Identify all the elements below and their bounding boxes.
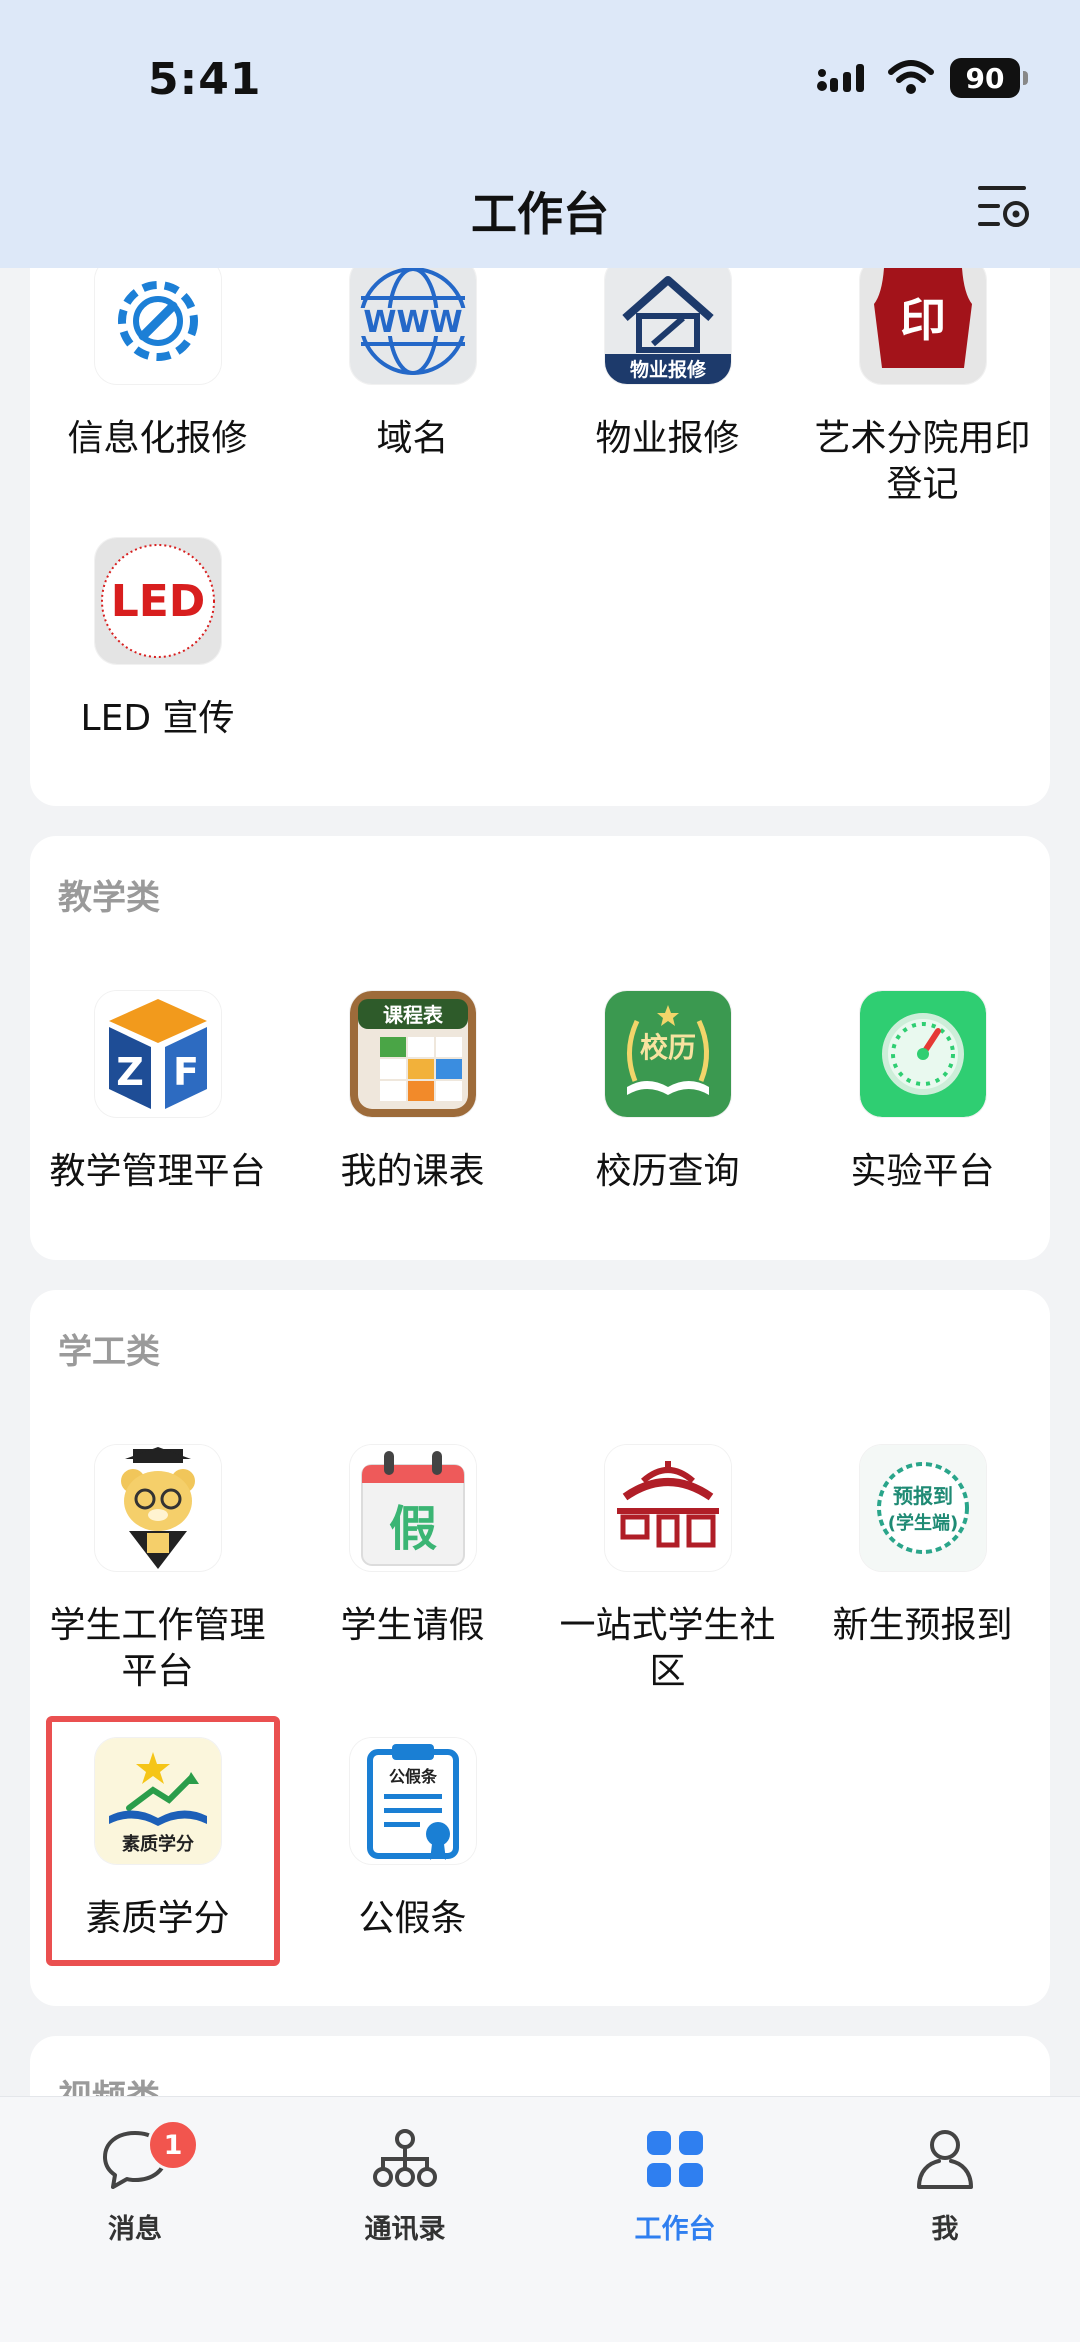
app-label: 实验平台 (850, 1151, 995, 1192)
svg-text:(学生端): (学生端) (887, 1512, 957, 1534)
app-label: 新生预报到 (832, 1605, 1013, 1646)
svg-text:假: 假 (388, 1501, 436, 1557)
seal-stamp-icon: 印 (859, 258, 986, 384)
tab-contacts[interactable]: 通讯录 (315, 2123, 495, 2246)
svg-text:校历: 校历 (639, 1031, 695, 1064)
app-property-repair[interactable]: 物业报修 物业报修 (540, 258, 795, 462)
page-title: 工作台 (471, 187, 609, 241)
app-label: 艺术分院用印登记 (814, 418, 1031, 505)
app-lab-platform[interactable]: 实验平台 (795, 991, 1050, 1195)
app-label: LED 宣传 (80, 698, 235, 739)
app-official-leave-note[interactable]: 公假条 公假条 (285, 1738, 540, 1942)
app-label: 教学管理平台 (49, 1151, 266, 1192)
app-student-leave[interactable]: 假 学生请假 (285, 1445, 540, 1649)
app-domain[interactable]: WWW 域名 (285, 258, 540, 462)
signal-icon (817, 64, 864, 92)
speedometer-icon (859, 991, 986, 1117)
app-label: 物业报修 (595, 418, 740, 459)
svg-text:预报到: 预报到 (893, 1484, 953, 1508)
led-icon: LED (94, 538, 221, 664)
section-title-student-affairs: 学工类 (58, 1332, 160, 1372)
card-teaching: 教学类 Z F 教学管理平台 课程表 我的课表 校历 校历查询 实验平台 (30, 836, 1050, 1260)
calendar-book-icon: 校历 (604, 991, 731, 1117)
svg-text:Z: Z (116, 1050, 144, 1094)
tab-label: 通讯录 (364, 2214, 446, 2245)
battery-level: 90 (965, 61, 1005, 95)
status-time: 5:41 (148, 54, 262, 105)
app-label: 学生请假 (340, 1605, 485, 1646)
tab-messages[interactable]: 1 消息 (45, 2119, 225, 2246)
org-chart-icon (373, 2129, 437, 2187)
app-label: 信息化报修 (67, 418, 248, 459)
highlight-box (46, 1716, 280, 1966)
app-info-repair[interactable]: 信息化报修 (30, 258, 285, 462)
pavilion-icon (604, 1445, 731, 1571)
app-label: 学生工作管理平台 (49, 1605, 266, 1692)
gear-wrench-icon (94, 258, 221, 384)
svg-text:LED: LED (110, 576, 205, 627)
tab-label: 我 (931, 2214, 959, 2245)
top-header: 5:41 90 工作台 (0, 0, 1080, 268)
globe-www-icon: WWW (349, 258, 476, 384)
app-seal-registration[interactable]: 印 艺术分院用印登记 (795, 258, 1050, 508)
section-title-teaching: 教学类 (58, 878, 160, 918)
certificate-icon: 公假条 (349, 1738, 476, 1864)
app-freshman-pre-register[interactable]: 预报到 (学生端) 新生预报到 (795, 1445, 1050, 1649)
leave-calendar-icon: 假 (349, 1445, 476, 1571)
schedule-icon: 课程表 (349, 991, 476, 1117)
unread-badge: 1 (147, 2119, 199, 2171)
bear-graduate-icon (94, 1445, 221, 1571)
app-school-calendar[interactable]: 校历 校历查询 (540, 991, 795, 1195)
app-student-community[interactable]: 一站式学生社区 (540, 1445, 795, 1695)
tab-workbench[interactable]: 工作台 (585, 2123, 765, 2246)
grid-icon (647, 2131, 703, 2187)
app-label: 一站式学生社区 (559, 1605, 776, 1692)
svg-text:WWW: WWW (363, 305, 462, 340)
svg-text:印: 印 (900, 293, 946, 347)
svg-text:课程表: 课程表 (383, 1003, 444, 1027)
house-repair-icon: 物业报修 (604, 258, 731, 384)
pre-register-icon: 预报到 (学生端) (859, 1445, 986, 1571)
person-icon (917, 2130, 973, 2189)
app-my-schedule[interactable]: 课程表 我的课表 (285, 991, 540, 1195)
app-label: 公假条 (358, 1898, 467, 1939)
app-teaching-management[interactable]: Z F 教学管理平台 (30, 991, 285, 1195)
settings-list-icon[interactable] (974, 180, 1034, 236)
app-led[interactable]: LED LED 宣传 (30, 538, 285, 742)
tab-label: 工作台 (634, 2214, 716, 2245)
app-label: 我的课表 (340, 1151, 485, 1192)
zf-logo-icon: Z F (94, 991, 221, 1117)
tab-me[interactable]: 我 (855, 2123, 1035, 2246)
battery-indicator: 90 (950, 58, 1028, 98)
svg-text:公假条: 公假条 (388, 1767, 437, 1786)
svg-text:F: F (173, 1050, 199, 1094)
app-label: 域名 (376, 418, 449, 459)
app-student-work-platform[interactable]: 学生工作管理平台 (30, 1445, 285, 1695)
svg-text:物业报修: 物业报修 (629, 358, 706, 381)
tab-label: 消息 (108, 2214, 162, 2245)
app-label: 校历查询 (595, 1151, 740, 1192)
status-icons: 90 (816, 58, 1028, 98)
bottom-tab-bar: 1 消息 通讯录 工作台 我 (0, 2096, 1080, 2342)
wifi-icon (888, 60, 934, 94)
